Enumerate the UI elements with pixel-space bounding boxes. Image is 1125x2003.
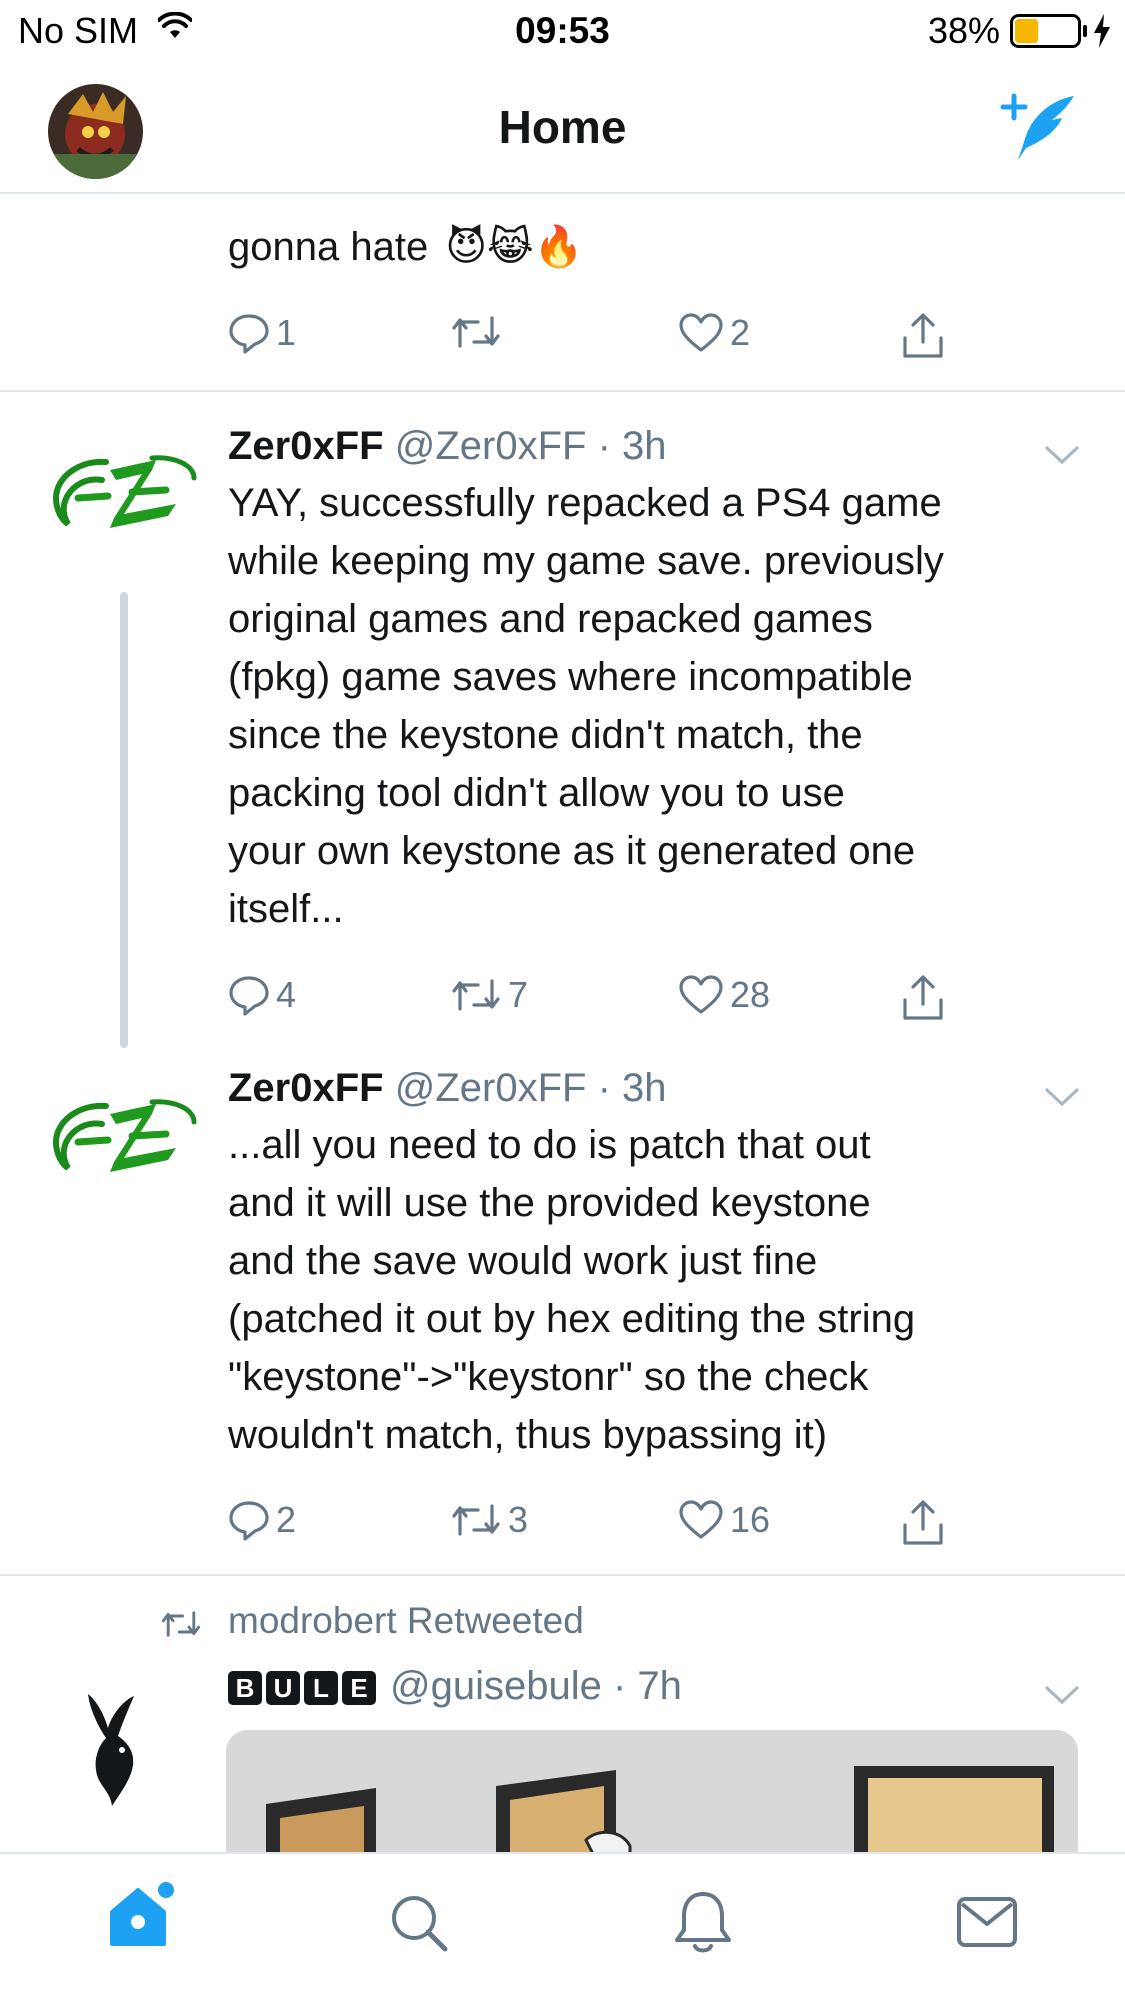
tweet-text-line: gonna hate xyxy=(228,225,429,269)
chevron-down-icon[interactable] xyxy=(1044,1684,1080,1706)
tweet-text-line: your own keystone as it generated one xyxy=(228,829,916,873)
like-count: 16 xyxy=(730,1499,771,1540)
tweet-time: 3h xyxy=(622,424,667,468)
tab-messages[interactable] xyxy=(956,1894,1018,1950)
tweet-text-line: while keeping my game save. previously xyxy=(228,539,944,583)
retweet-button[interactable]: 3 xyxy=(450,1499,528,1541)
tweet-actions: 2 3 16 xyxy=(228,1499,968,1559)
zer0xff-avatar[interactable] xyxy=(48,1092,200,1182)
tweet-text-line: YAY, successfully repacked a PS4 game xyxy=(228,481,942,525)
guisebule-avatar[interactable] xyxy=(78,1690,148,1810)
retweet-count: 3 xyxy=(508,1499,529,1540)
name-letter: B xyxy=(228,1671,262,1706)
heart-icon xyxy=(679,975,723,1014)
reply-button[interactable]: 2 xyxy=(228,1499,296,1541)
share-button[interactable] xyxy=(900,312,946,360)
share-icon xyxy=(903,313,943,358)
battery-percent: 38% xyxy=(928,10,1001,51)
display-name[interactable]: BULE xyxy=(228,1671,376,1706)
media-illustration xyxy=(226,1730,1078,1852)
tweet-header: BULE @guisebule · 7h xyxy=(228,1664,682,1709)
tab-bar xyxy=(0,1852,1125,2003)
retweet-button[interactable] xyxy=(450,312,508,352)
retweet-icon xyxy=(452,979,500,1011)
tweet-text-line: packing tool didn't allow you to use xyxy=(228,771,845,815)
tweet-text-line: original games and repacked games xyxy=(228,597,873,641)
tweet-separator xyxy=(0,1574,1125,1576)
tweet-actions: 1 2 xyxy=(228,312,968,372)
heart-icon xyxy=(679,313,723,352)
retweeted-by-label[interactable]: modrobert Retweeted xyxy=(228,1600,584,1642)
tweet-header: Zer0xFF @Zer0xFF · 3h xyxy=(228,1066,667,1110)
tweet-text: ...all you need to do is patch that out … xyxy=(228,1116,1088,1464)
retweet-icon xyxy=(452,316,500,348)
tweet-text-line: (fpkg) game saves where incompatible xyxy=(228,655,913,699)
reply-icon xyxy=(229,314,269,354)
user-handle[interactable]: @Zer0xFF xyxy=(395,1066,587,1110)
reply-button[interactable]: 4 xyxy=(228,974,296,1016)
tweet-separator xyxy=(0,390,1125,392)
nav-header: Home xyxy=(0,64,1125,194)
tweet-actions: 4 7 28 xyxy=(228,974,968,1034)
tweet-text-line: (patched it out by hex editing the strin… xyxy=(228,1297,916,1341)
thread-line xyxy=(120,592,128,1048)
tweet-text-line: wouldn't match, thus bypassing it) xyxy=(228,1413,828,1457)
reply-icon xyxy=(229,1501,269,1541)
display-name[interactable]: Zer0xFF xyxy=(228,424,384,468)
page-title: Home xyxy=(498,101,627,153)
tweet-text-line: and it will use the provided keystone xyxy=(228,1181,871,1225)
heart-icon xyxy=(679,1500,723,1539)
tab-search[interactable] xyxy=(388,1892,450,1954)
retweet-button[interactable]: 7 xyxy=(450,974,528,1016)
tweet-text: gonna hate 😈😹🔥 xyxy=(228,218,1088,276)
zer0xff-avatar[interactable] xyxy=(48,448,200,538)
tweet-text-line: itself... xyxy=(228,887,344,931)
display-name[interactable]: Zer0xFF xyxy=(228,1066,384,1110)
tab-home[interactable] xyxy=(106,1880,178,1952)
tweet-header: Zer0xFF @Zer0xFF · 3h xyxy=(228,424,667,468)
like-count: 28 xyxy=(730,974,771,1015)
like-button[interactable]: 16 xyxy=(678,1499,770,1541)
reply-button[interactable]: 1 xyxy=(228,312,296,354)
retweet-icon xyxy=(161,1611,201,1637)
like-button[interactable]: 2 xyxy=(678,312,750,354)
tweet-text-line: and the save would work just fine xyxy=(228,1239,818,1283)
retweet-count: 7 xyxy=(508,974,529,1015)
name-letter: L xyxy=(304,1671,338,1706)
user-handle[interactable]: @Zer0xFF xyxy=(395,424,587,468)
share-button[interactable] xyxy=(900,974,946,1022)
share-icon xyxy=(903,1500,943,1545)
charging-bolt-icon xyxy=(1094,14,1110,48)
retweet-icon xyxy=(452,1504,500,1536)
share-button[interactable] xyxy=(900,1499,946,1547)
reply-count: 4 xyxy=(276,974,297,1015)
compose-tweet-icon[interactable] xyxy=(1000,92,1080,164)
tweet-text-line: since the keystone didn't match, the xyxy=(228,713,863,757)
reply-count: 2 xyxy=(276,1499,297,1540)
name-letter: U xyxy=(266,1671,300,1706)
share-icon xyxy=(903,975,943,1020)
status-bar: No SIM 09:53 38% xyxy=(0,0,1125,64)
timeline[interactable]: gonna hate 😈😹🔥 1 2 Zer0xFF @Zer0xFF · 3h… xyxy=(0,194,1125,1852)
tweet-text: YAY, successfully repacked a PS4 game wh… xyxy=(228,474,1088,938)
reply-icon xyxy=(229,976,269,1016)
battery-icon xyxy=(1010,14,1087,48)
chevron-down-icon[interactable] xyxy=(1044,444,1080,466)
reply-count: 1 xyxy=(276,312,297,353)
name-letter: E xyxy=(342,1671,376,1706)
like-button[interactable]: 28 xyxy=(678,974,770,1016)
like-count: 2 xyxy=(730,312,751,353)
tweet-text-line: ...all you need to do is patch that out xyxy=(228,1123,871,1167)
tweet-time: 7h xyxy=(637,1664,682,1708)
chevron-down-icon[interactable] xyxy=(1044,1086,1080,1108)
tab-notifications[interactable] xyxy=(672,1888,734,1956)
tweet-text-line: "keystone"->"keystonr" so the check xyxy=(228,1355,869,1399)
tweet-media-image[interactable] xyxy=(226,1730,1078,1852)
tweet-time: 3h xyxy=(622,1066,667,1110)
user-handle[interactable]: @guisebule xyxy=(390,1664,602,1708)
tweet-emoji: 😈😹🔥 xyxy=(445,225,584,269)
